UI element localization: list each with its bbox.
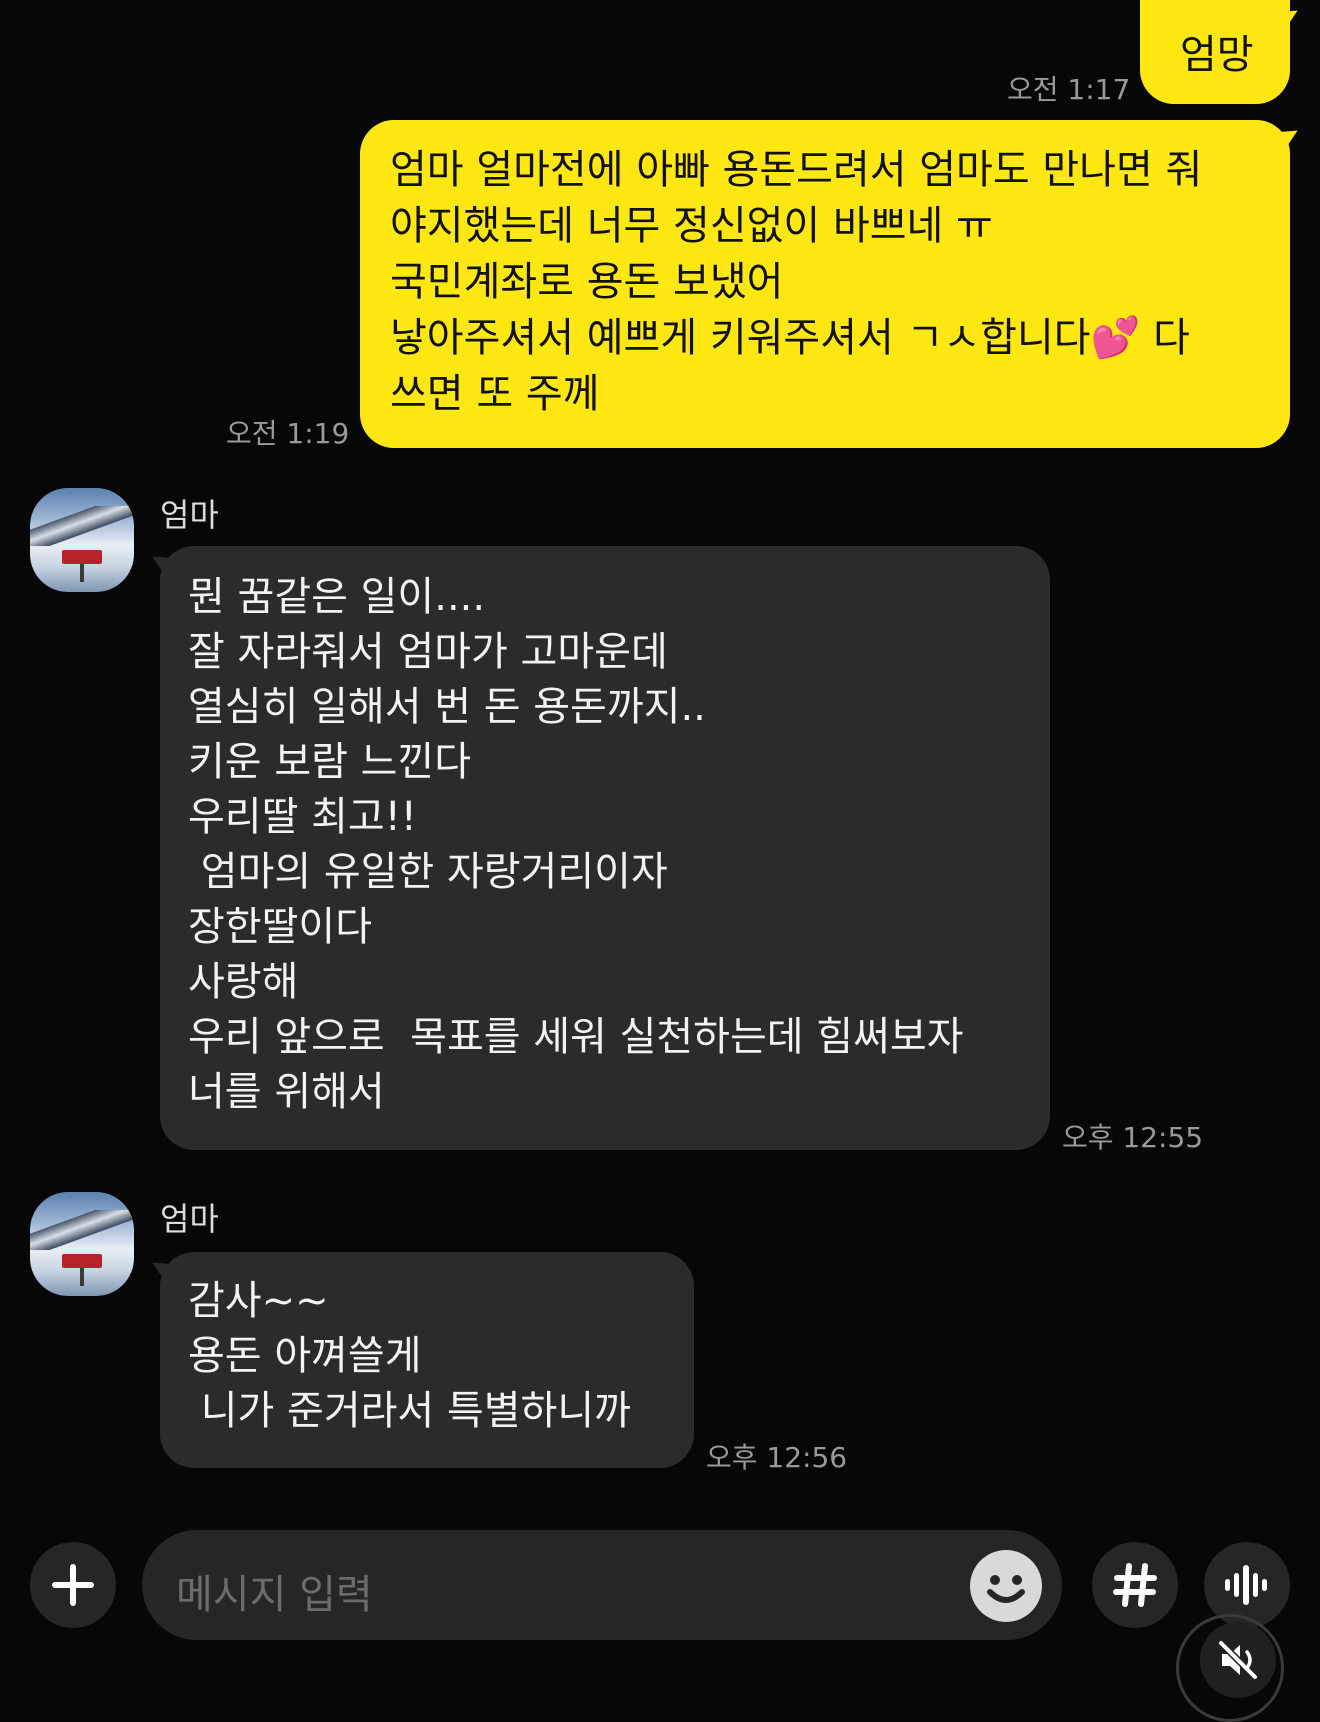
plus-icon [52, 1564, 94, 1606]
outgoing-message-bubble[interactable]: 엄망 [1140, 0, 1290, 104]
attach-plus-button[interactable] [30, 1542, 116, 1628]
hashtag-icon [1113, 1563, 1157, 1607]
message-text: 감사~~ 용돈 아껴쓸게 니가 준거라서 특별하니까 [188, 1278, 631, 1434]
emoji-button[interactable] [970, 1550, 1042, 1622]
hashtag-button[interactable] [1092, 1542, 1178, 1628]
avatar-pole-image [80, 564, 84, 582]
message-timestamp: 오후 12:56 [706, 1441, 848, 1474]
sender-name: 엄마 [160, 1200, 219, 1238]
muted-speaker-icon [1218, 1640, 1258, 1680]
message-timestamp: 오전 1:17 [1007, 73, 1131, 106]
message-text: 엄망 [1180, 32, 1254, 78]
mute-inner-button[interactable] [1200, 1622, 1276, 1698]
message-text: 엄마 얼마전에 아빠 용돈드려서 엄마도 만나면 줘 야지했는데 너무 정신없이… [390, 147, 1203, 417]
avatar[interactable] [30, 488, 134, 592]
voice-wave-icon [1225, 1565, 1267, 1605]
emoji-icon [987, 1575, 1025, 1603]
message-timestamp: 오전 1:19 [226, 417, 350, 450]
avatar[interactable] [30, 1192, 134, 1296]
outgoing-message-bubble[interactable]: 엄마 얼마전에 아빠 용돈드려서 엄마도 만나면 줘 야지했는데 너무 정신없이… [360, 120, 1290, 448]
incoming-message-bubble[interactable]: 뭔 꿈같은 일이.... 잘 자라줘서 엄마가 고마운데 열심히 일해서 번 돈… [160, 546, 1050, 1150]
incoming-message-bubble[interactable]: 감사~~ 용돈 아껴쓸게 니가 준거라서 특별하니까 [160, 1252, 694, 1468]
message-text: 뭔 꿈같은 일이.... 잘 자라줘서 엄마가 고마운데 열심히 일해서 번 돈… [188, 574, 964, 1115]
avatar-pole-image [80, 1268, 84, 1286]
avatar-mountain-image [30, 506, 134, 546]
message-input-placeholder: 메시지 입력 [176, 1572, 373, 1618]
avatar-mountain-image [30, 1210, 134, 1250]
message-timestamp: 오후 12:55 [1062, 1121, 1204, 1154]
avatar-sign-image [62, 1254, 102, 1268]
sender-name: 엄마 [160, 496, 219, 534]
avatar-sign-image [62, 550, 102, 564]
